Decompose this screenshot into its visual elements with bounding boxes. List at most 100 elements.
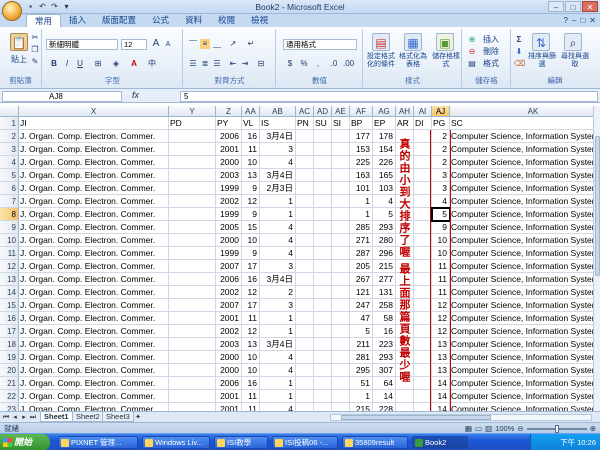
data-cell[interactable]: 101 — [350, 182, 373, 195]
data-cell[interactable]: 16 — [242, 273, 260, 286]
data-cell[interactable]: 11 — [242, 403, 260, 411]
data-cell[interactable] — [314, 195, 332, 208]
data-cell[interactable] — [296, 195, 314, 208]
delete-cells-icon[interactable]: ⊖ — [467, 47, 477, 57]
help-icon[interactable]: ? — [564, 14, 568, 27]
data-cell[interactable]: 12 — [432, 299, 450, 312]
data-cell[interactable]: 16 — [242, 377, 260, 390]
data-cell[interactable]: Computer Science, Information Systems — [450, 247, 593, 260]
data-cell[interactable]: 13 — [432, 338, 450, 351]
data-cell[interactable]: 2000 — [216, 351, 242, 364]
data-cell[interactable]: 1999 — [216, 182, 242, 195]
data-cell[interactable] — [396, 403, 414, 411]
data-cell[interactable] — [314, 299, 332, 312]
data-cell[interactable] — [296, 156, 314, 169]
row-header[interactable]: 7 — [0, 195, 19, 208]
data-cell[interactable] — [296, 208, 314, 221]
data-cell[interactable]: Computer Science, Information Systems — [450, 221, 593, 234]
zoom-slider[interactable] — [526, 424, 587, 433]
data-cell[interactable]: 2006 — [216, 377, 242, 390]
data-cell[interactable]: 3月4日 — [260, 130, 296, 143]
data-cell[interactable] — [296, 234, 314, 247]
column-header[interactable]: AC — [296, 106, 314, 117]
tab-page-layout[interactable]: 版面配置 — [94, 14, 144, 27]
data-cell[interactable]: 2001 — [216, 403, 242, 411]
data-cell[interactable]: Computer Science, Information Systems — [450, 377, 593, 390]
data-cell[interactable] — [332, 377, 350, 390]
data-cell[interactable]: 3 — [260, 260, 296, 273]
taskbar-item-windows-live[interactable]: Windows Liv... — [142, 436, 210, 449]
data-cell[interactable]: 281 — [350, 351, 373, 364]
vertical-scroll-thumb[interactable] — [595, 136, 600, 276]
row-header[interactable]: 22 — [0, 390, 19, 403]
column-header[interactable]: AF — [350, 106, 373, 117]
column-header[interactable]: AI — [414, 106, 432, 117]
data-cell[interactable]: J. Organ. Comp. Electron. Commer. — [19, 403, 169, 411]
tab-review[interactable]: 校閱 — [210, 14, 243, 27]
data-cell[interactable]: 4 — [260, 364, 296, 377]
format-cells-icon[interactable]: ▤ — [467, 59, 477, 69]
data-cell[interactable] — [314, 390, 332, 403]
data-cell[interactable]: 12 — [432, 312, 450, 325]
data-cell[interactable] — [332, 156, 350, 169]
data-cell[interactable]: 225 — [350, 156, 373, 169]
data-cell[interactable] — [332, 273, 350, 286]
data-cell[interactable]: 1999 — [216, 208, 242, 221]
data-cell[interactable] — [169, 156, 216, 169]
data-cell[interactable]: 177 — [350, 130, 373, 143]
data-cell[interactable]: 4 — [260, 234, 296, 247]
row-header[interactable]: 15 — [0, 299, 19, 312]
data-cell[interactable]: 17 — [242, 260, 260, 273]
data-cell[interactable] — [296, 351, 314, 364]
data-cell[interactable] — [332, 234, 350, 247]
conditional-format-icon[interactable]: ▤ — [372, 33, 390, 51]
data-cell[interactable]: 153 — [350, 143, 373, 156]
data-cell[interactable] — [296, 338, 314, 351]
data-cell[interactable] — [296, 182, 314, 195]
data-cell[interactable]: 211 — [350, 338, 373, 351]
data-cell[interactable]: J. Organ. Comp. Electron. Commer. — [19, 364, 169, 377]
data-cell[interactable]: Computer Science, Information Systems — [450, 195, 593, 208]
row-header[interactable]: 8 — [0, 208, 19, 221]
first-sheet-icon[interactable]: ⏮ — [2, 413, 10, 422]
data-cell[interactable]: 3月4日 — [260, 169, 296, 182]
office-button[interactable] — [2, 1, 22, 21]
data-cell[interactable]: 2 — [432, 143, 450, 156]
data-cell[interactable]: Computer Science, Information Systems — [450, 325, 593, 338]
data-cell[interactable]: 285 — [350, 221, 373, 234]
data-cell[interactable] — [332, 351, 350, 364]
data-cell[interactable] — [296, 390, 314, 403]
data-cell[interactable] — [169, 234, 216, 247]
format-painter-icon[interactable]: ✎ — [30, 57, 40, 67]
data-cell[interactable]: 11 — [242, 143, 260, 156]
header-cell[interactable]: PY — [216, 117, 242, 130]
row-header[interactable]: 13 — [0, 273, 19, 286]
doc-close-icon[interactable]: ✕ — [589, 14, 596, 27]
grow-font-icon[interactable]: A — [151, 39, 161, 49]
data-cell[interactable] — [396, 390, 414, 403]
data-cell[interactable]: J. Organ. Comp. Electron. Commer. — [19, 169, 169, 182]
data-cell[interactable]: 9 — [432, 221, 450, 234]
data-cell[interactable]: 1 — [260, 377, 296, 390]
row-header[interactable]: 3 — [0, 143, 19, 156]
data-cell[interactable]: Computer Science, Information Systems — [450, 312, 593, 325]
data-cell[interactable]: 5 — [350, 325, 373, 338]
data-cell[interactable] — [296, 130, 314, 143]
row-header[interactable]: 17 — [0, 325, 19, 338]
data-cell[interactable]: 121 — [350, 286, 373, 299]
data-cell[interactable] — [169, 338, 216, 351]
data-cell[interactable]: 1 — [260, 195, 296, 208]
header-cell[interactable]: SU — [314, 117, 332, 130]
data-cell[interactable]: J. Organ. Comp. Electron. Commer. — [19, 338, 169, 351]
data-cell[interactable] — [314, 286, 332, 299]
tab-view[interactable]: 檢視 — [243, 14, 276, 27]
data-cell[interactable]: 2003 — [216, 169, 242, 182]
data-cell[interactable]: 5 — [432, 208, 450, 221]
data-cell[interactable]: J. Organ. Comp. Electron. Commer. — [19, 273, 169, 286]
data-cell[interactable]: 2000 — [216, 364, 242, 377]
data-cell[interactable] — [332, 286, 350, 299]
data-cell[interactable]: 10 — [242, 364, 260, 377]
data-cell[interactable]: 295 — [350, 364, 373, 377]
decrease-decimal-icon[interactable]: .00 — [343, 59, 354, 69]
data-cell[interactable] — [332, 364, 350, 377]
